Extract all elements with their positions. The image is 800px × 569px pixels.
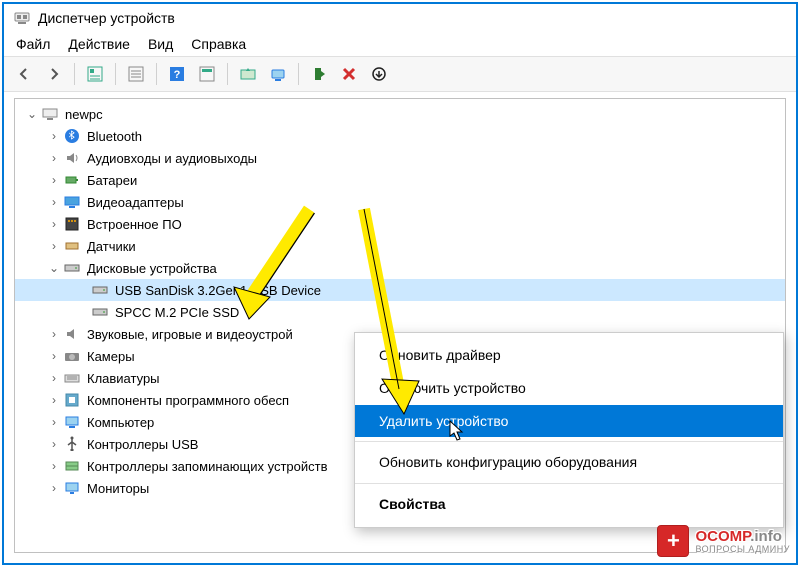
help-button[interactable]: ? [163, 61, 191, 87]
chevron-right-icon[interactable] [47, 239, 61, 253]
action-button[interactable] [193, 61, 221, 87]
tree-item-label: Встроенное ПО [87, 217, 182, 232]
toolbar-separator [74, 63, 75, 85]
toolbar: ? [4, 56, 796, 92]
ctx-properties[interactable]: Свойства [355, 488, 783, 521]
tree-item-label: Контроллеры USB [87, 437, 198, 452]
tree-item-label: Компьютер [87, 415, 154, 430]
watermark-tagline: ВОПРОСЫ АДМИНУ [695, 544, 790, 554]
tree-item-label: Компоненты программного обесп [87, 393, 289, 408]
back-button[interactable] [10, 61, 38, 87]
watermark-brand: OCOMP [695, 528, 750, 545]
chevron-right-icon[interactable] [47, 349, 61, 363]
menu-help[interactable]: Справка [191, 36, 246, 52]
toolbar-separator [227, 63, 228, 85]
chevron-right-icon[interactable] [47, 129, 61, 143]
menu-action[interactable]: Действие [68, 36, 130, 52]
tree-item-label: Батареи [87, 173, 137, 188]
sensor-icon [63, 237, 81, 255]
menu-file[interactable]: Файл [16, 36, 50, 52]
computer-icon [63, 413, 81, 431]
tree-item-label: Контроллеры запоминающих устройств [87, 459, 327, 474]
tree-item-label: Датчики [87, 239, 136, 254]
usb-icon [63, 435, 81, 453]
toolbar-separator [156, 63, 157, 85]
chevron-down-icon[interactable] [25, 107, 39, 121]
tree-root[interactable]: newpc [15, 103, 785, 125]
uninstall-device-button[interactable] [335, 61, 363, 87]
ctx-separator [355, 483, 783, 484]
annotation-arrow-1 [214, 199, 334, 339]
tree-item-bluetooth[interactable]: Bluetooth [15, 125, 785, 147]
disk-icon [91, 281, 109, 299]
annotation-arrow-2 [324, 199, 444, 429]
chevron-right-icon[interactable] [47, 415, 61, 429]
battery-icon [63, 171, 81, 189]
ctx-separator [355, 441, 783, 442]
devmgr-icon [14, 10, 30, 26]
menubar: Файл Действие Вид Справка [4, 32, 796, 56]
keyboard-icon [63, 369, 81, 387]
tree-item-label: Мониторы [87, 481, 149, 496]
display-adapter-icon [63, 193, 81, 211]
forward-button[interactable] [40, 61, 68, 87]
tree-item-label: Клавиатуры [87, 371, 160, 386]
chevron-down-icon[interactable] [47, 261, 61, 275]
tree-item-label: Аудиовходы и аудиовыходы [87, 151, 257, 166]
bluetooth-icon [63, 127, 81, 145]
chevron-right-icon[interactable] [47, 393, 61, 407]
toolbar-separator [298, 63, 299, 85]
plus-icon: + [657, 525, 689, 557]
firmware-icon [63, 215, 81, 233]
window-title: Диспетчер устройств [38, 10, 175, 26]
tree-root-label: newpc [65, 107, 103, 122]
storage-controller-icon [63, 457, 81, 475]
chevron-right-icon[interactable] [47, 151, 61, 165]
tree-item-audio-io[interactable]: Аудиовходы и аудиовыходы [15, 147, 785, 169]
camera-icon [63, 347, 81, 365]
chevron-right-icon[interactable] [47, 459, 61, 473]
ctx-scan-hardware[interactable]: Обновить конфигурацию оборудования [355, 446, 783, 479]
chevron-right-icon[interactable] [47, 437, 61, 451]
svg-text:?: ? [174, 69, 181, 81]
tree-item-label: Bluetooth [87, 129, 142, 144]
chevron-right-icon[interactable] [47, 173, 61, 187]
menu-view[interactable]: Вид [148, 36, 173, 52]
chevron-right-icon[interactable] [47, 327, 61, 341]
disk-icon [91, 303, 109, 321]
titlebar: Диспетчер устройств [4, 4, 796, 32]
watermark-tld: .info [750, 528, 782, 545]
speaker-icon [63, 149, 81, 167]
chevron-right-icon[interactable] [47, 371, 61, 385]
software-icon [63, 391, 81, 409]
properties-button[interactable] [122, 61, 150, 87]
computer-icon [41, 105, 59, 123]
enable-device-button[interactable] [305, 61, 333, 87]
chevron-right-icon[interactable] [47, 195, 61, 209]
tree-item-batteries[interactable]: Батареи [15, 169, 785, 191]
update-driver-button[interactable] [234, 61, 262, 87]
monitor-icon [63, 479, 81, 497]
chevron-right-icon[interactable] [47, 217, 61, 231]
tree-item-label: Камеры [87, 349, 135, 364]
speaker-icon [63, 325, 81, 343]
tree-item-label: Дисковые устройства [87, 261, 217, 276]
chevron-right-icon[interactable] [47, 481, 61, 495]
show-hide-tree-button[interactable] [81, 61, 109, 87]
disk-icon [63, 259, 81, 277]
disable-device-button[interactable] [365, 61, 393, 87]
toolbar-separator [115, 63, 116, 85]
watermark: + OCOMP.info ВОПРОСЫ АДМИНУ [657, 525, 790, 557]
tree-item-label: Видеоадаптеры [87, 195, 184, 210]
scan-hardware-button[interactable] [264, 61, 292, 87]
